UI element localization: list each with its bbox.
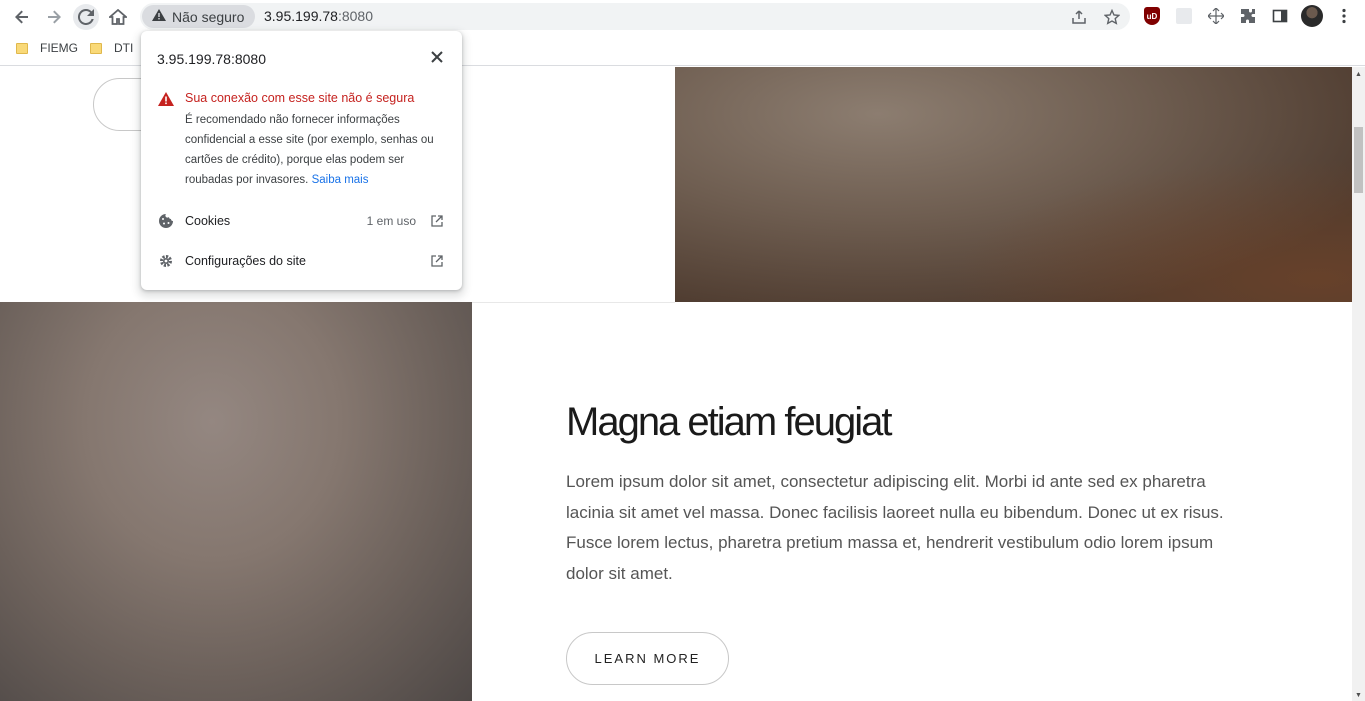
profile-avatar[interactable] (1301, 5, 1323, 27)
feature-heading: Magna etiam feugiat (566, 400, 892, 444)
bookmark-fiemg[interactable]: FIEMG (16, 41, 78, 55)
warning-red-icon (158, 92, 174, 106)
cookies-row[interactable]: Cookies 1 em uso (141, 209, 462, 233)
popup-title: 3.95.199.78:8080 (157, 51, 266, 67)
url-port: :8080 (337, 8, 374, 24)
address-bar[interactable]: Não seguro 3.95.199.78:8080 (140, 3, 1130, 30)
security-chip[interactable]: Não seguro (142, 5, 255, 28)
external-link-icon (430, 254, 444, 268)
warning-body: É recomendado não fornecer informações c… (185, 110, 450, 190)
warning-triangle-icon (152, 9, 166, 24)
bookmark-dti[interactable]: DTI (90, 41, 133, 55)
side-panel-icon[interactable] (1269, 5, 1291, 27)
reload-icon[interactable] (73, 4, 99, 30)
back-icon[interactable] (9, 4, 35, 30)
folder-icon (16, 42, 28, 54)
forward-icon[interactable] (41, 4, 67, 30)
cookies-count: 1 em uso (366, 214, 416, 228)
security-label: Não seguro (172, 8, 245, 25)
warning-heading: Sua conexão com esse site não é segura (185, 91, 415, 105)
scroll-up-arrow-icon[interactable]: ▲ (1355, 71, 1362, 78)
bookmark-label: FIEMG (40, 41, 78, 55)
bookmark-star-icon[interactable] (1102, 7, 1122, 27)
site-info-popup: 3.95.199.78:8080 Sua conexão com esse si… (141, 31, 462, 290)
page-scrollbar[interactable]: ▲ ▼ (1352, 67, 1365, 701)
feature-content: Magna etiam feugiat Lorem ipsum dolor si… (566, 400, 1226, 685)
browser-toolbar: Não seguro 3.95.199.78:8080 uD (0, 0, 1365, 33)
folder-icon (90, 42, 102, 54)
learn-more-link[interactable]: Saiba mais (312, 174, 369, 186)
url-host: 3.95.199.78 (264, 8, 338, 24)
move-extension-icon[interactable] (1205, 5, 1227, 27)
external-link-icon (430, 214, 444, 228)
site-settings-label: Configurações do site (185, 254, 306, 268)
share-icon[interactable] (1069, 7, 1089, 27)
scroll-thumb[interactable] (1354, 127, 1363, 193)
feature-image-left (0, 302, 472, 701)
learn-more-button[interactable]: LEARN MORE (566, 632, 729, 685)
extensions-puzzle-icon[interactable] (1237, 5, 1259, 27)
close-icon[interactable] (428, 48, 446, 66)
menu-kebab-icon[interactable] (1333, 5, 1355, 27)
scroll-down-arrow-icon[interactable]: ▼ (1355, 692, 1362, 699)
warning-body-text: É recomendado não fornecer informações c… (185, 114, 434, 186)
ublock-extension-icon[interactable]: uD (1141, 5, 1163, 27)
feature-paragraph: Lorem ipsum dolor sit amet, consectetur … (566, 472, 1224, 583)
home-icon[interactable] (105, 4, 131, 30)
site-settings-row[interactable]: Configurações do site (141, 249, 462, 273)
cookies-label: Cookies (185, 214, 231, 228)
hero-image-top (675, 67, 1352, 302)
extension-icon[interactable] (1173, 5, 1195, 27)
bookmark-label: DTI (114, 41, 134, 55)
cookie-icon (158, 213, 174, 229)
url-text[interactable]: 3.95.199.78:8080 (264, 8, 373, 24)
gear-icon (158, 253, 174, 269)
ublock-badge: uD (1144, 7, 1160, 25)
